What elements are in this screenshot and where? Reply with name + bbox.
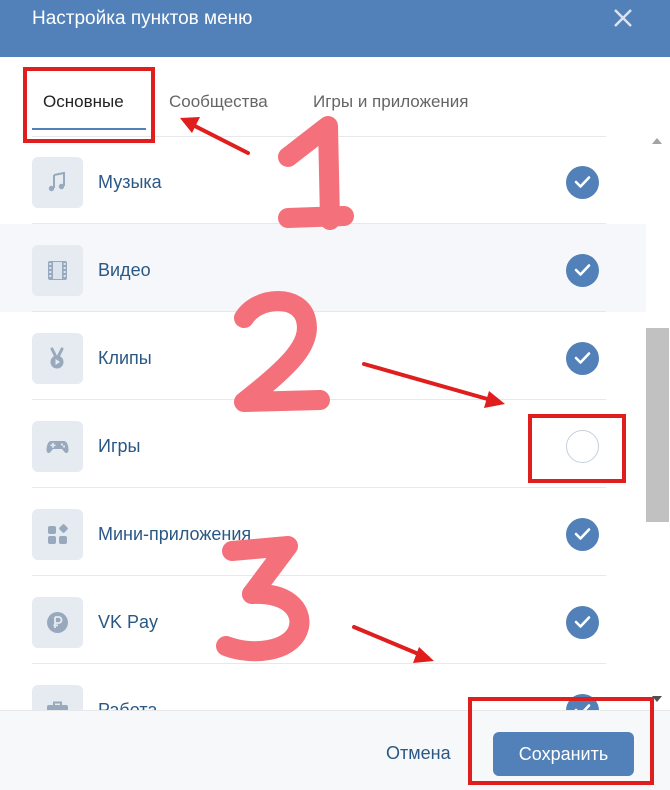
menu-item-games[interactable]: Игры bbox=[0, 400, 646, 488]
cancel-button[interactable]: Отмена bbox=[386, 743, 451, 764]
checkbox-checked[interactable] bbox=[566, 606, 599, 639]
menu-items-list: Музыка Видео Клипы Игры Мини-приложения … bbox=[0, 132, 670, 710]
menu-item-vk-pay[interactable]: VK Pay bbox=[0, 576, 646, 664]
close-icon[interactable] bbox=[606, 2, 638, 34]
clips-icon bbox=[32, 333, 83, 384]
tab-communities[interactable]: Сообщества bbox=[169, 92, 268, 112]
checkbox-checked[interactable] bbox=[566, 166, 599, 199]
scroll-down-arrow-icon[interactable] bbox=[652, 696, 662, 702]
checkbox-checked[interactable] bbox=[566, 342, 599, 375]
menu-item-mini-apps[interactable]: Мини-приложения bbox=[0, 488, 646, 576]
checkbox-unchecked[interactable] bbox=[566, 430, 599, 463]
menu-item-music[interactable]: Музыка bbox=[0, 136, 646, 224]
menu-item-label: Игры bbox=[98, 436, 141, 456]
menu-item-work[interactable]: Работа bbox=[0, 664, 646, 710]
mini-apps-icon bbox=[32, 509, 83, 560]
menu-item-video[interactable]: Видео bbox=[0, 224, 646, 312]
tab-games-apps[interactable]: Игры и приложения bbox=[313, 92, 468, 112]
menu-item-label: Клипы bbox=[98, 348, 152, 368]
menu-item-label: Музыка bbox=[98, 172, 162, 192]
dialog-title: Настройка пунктов меню bbox=[32, 8, 253, 29]
menu-item-label: VK Pay bbox=[98, 612, 159, 632]
checkbox-checked[interactable] bbox=[566, 254, 599, 287]
checkbox-checked[interactable] bbox=[566, 518, 599, 551]
dialog-footer: Отмена Сохранить bbox=[0, 710, 670, 790]
dialog-header: Настройка пунктов меню bbox=[0, 0, 670, 57]
menu-item-label: Видео bbox=[98, 260, 151, 280]
gamepad-icon bbox=[32, 421, 83, 472]
briefcase-icon bbox=[32, 685, 83, 710]
vk-pay-icon bbox=[32, 597, 83, 648]
menu-item-label: Работа bbox=[98, 700, 158, 710]
tab-bar: Основные Сообщества Игры и приложения bbox=[0, 57, 670, 132]
menu-item-clips[interactable]: Клипы bbox=[0, 312, 646, 400]
active-tab-indicator bbox=[32, 128, 146, 130]
scrollbar[interactable] bbox=[646, 132, 670, 710]
music-note-icon bbox=[32, 157, 83, 208]
scroll-up-arrow-icon[interactable] bbox=[652, 138, 662, 144]
checkbox-checked[interactable] bbox=[566, 694, 599, 710]
scrollbar-thumb[interactable] bbox=[646, 328, 669, 522]
tab-main[interactable]: Основные bbox=[43, 92, 124, 112]
film-icon bbox=[32, 245, 83, 296]
save-button[interactable]: Сохранить bbox=[493, 732, 634, 776]
menu-item-label: Мини-приложения bbox=[98, 524, 252, 544]
